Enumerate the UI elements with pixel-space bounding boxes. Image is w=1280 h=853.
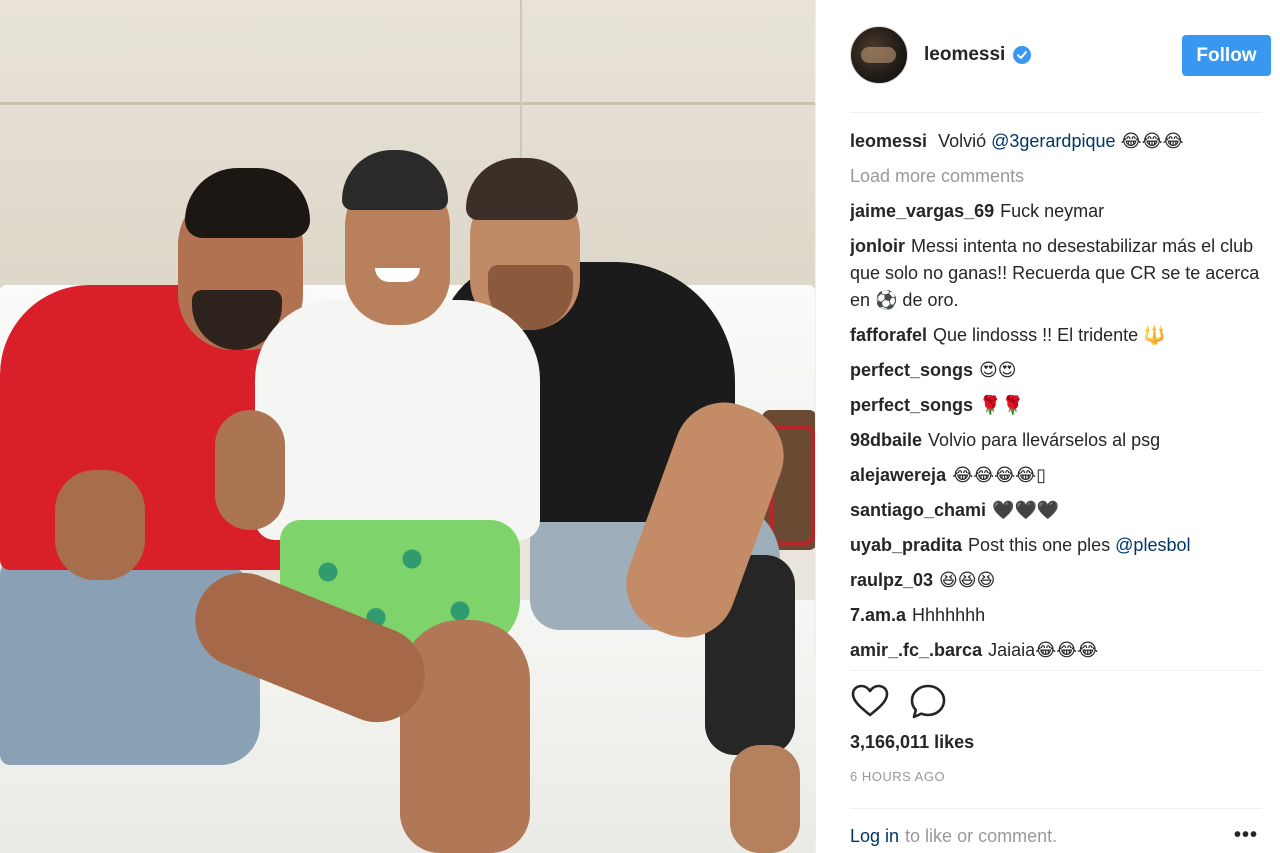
more-options-icon[interactable]: •••: [1234, 824, 1264, 848]
comment-username[interactable]: fafforafel: [850, 325, 927, 345]
comment-username[interactable]: perfect_songs: [850, 395, 973, 415]
follow-button[interactable]: Follow: [1182, 35, 1271, 76]
instagram-post: leomessi Follow leomessi Volvió @3gerard…: [0, 0, 1280, 853]
likes-count[interactable]: 3,166,011 likes: [850, 732, 974, 753]
person-3-foot: [730, 745, 800, 853]
actions-divider: [850, 670, 1262, 671]
verified-badge-icon: [1013, 46, 1031, 64]
person-2-smile: [375, 268, 420, 282]
comment-username[interactable]: jonloir: [850, 236, 905, 256]
comment-text: 😍😍: [979, 360, 1017, 380]
post-sidebar: leomessi Follow leomessi Volvió @3gerard…: [815, 0, 1280, 853]
header-divider: [850, 112, 1262, 113]
post-photo[interactable]: [0, 0, 815, 853]
comment-item: 98dbaile Volvio para llevárselos al psg: [850, 427, 1265, 454]
comment-username[interactable]: amir_.fc_.barca: [850, 640, 982, 660]
person-1-arm: [55, 470, 145, 580]
login-prompt-text: to like or comment.: [905, 826, 1058, 846]
comment-item: jaime_vargas_69 Fuck neymar: [850, 198, 1265, 225]
comment-text: Jaiaia😂😂😂: [988, 640, 1099, 660]
comment-item: jonloir Messi intenta no desestabilizar m…: [850, 233, 1265, 314]
caption-text: Volvió: [938, 131, 987, 151]
comment-item: perfect_songs 😍😍: [850, 357, 1265, 384]
comment-text: Volvio para llevárselos al psg: [928, 430, 1161, 450]
comment-item: amir_.fc_.barca Jaiaia😂😂😂: [850, 637, 1265, 664]
header-username[interactable]: leomessi: [924, 44, 1005, 66]
caption-mention[interactable]: @3gerardpique: [991, 131, 1115, 151]
comment-text: Hhhhhhh: [912, 605, 986, 625]
comment-bubble-icon[interactable]: [908, 682, 948, 722]
comments-list[interactable]: leomessi Volvió @3gerardpique 😂😂😂 Load m…: [850, 128, 1265, 670]
photo-wall-line: [0, 102, 815, 105]
comment-text: Post this one ples: [968, 535, 1111, 555]
comment-text: 😆😆😆: [939, 570, 996, 590]
comment-text: Que lindosss !! El tridente 🔱: [933, 325, 1166, 345]
comment-item: uyab_pradita Post this one ples @plesbol: [850, 532, 1265, 559]
comment-text: 😂😂😂😂▯: [952, 465, 1047, 485]
caption-emoji: 😂😂😂: [1120, 131, 1184, 151]
comment-username[interactable]: raulpz_03: [850, 570, 933, 590]
load-more-comments-link[interactable]: Load more comments: [850, 163, 1265, 190]
comment-text: Fuck neymar: [1000, 201, 1105, 221]
comment-item: alejawereja 😂😂😂😂▯: [850, 462, 1265, 489]
caption-username[interactable]: leomessi: [850, 131, 927, 151]
person-2-white-shirt: [255, 300, 540, 540]
avatar[interactable]: [850, 26, 908, 84]
footer-divider: [850, 808, 1262, 809]
comment-text: 🖤🖤🖤: [992, 500, 1060, 520]
post-actions: [850, 682, 1050, 722]
comment-mention[interactable]: @plesbol: [1115, 535, 1190, 555]
post-header: leomessi Follow: [816, 0, 1280, 112]
heart-icon[interactable]: [850, 682, 890, 722]
comment-item: santiago_chami 🖤🖤🖤: [850, 497, 1265, 524]
caption: leomessi Volvió @3gerardpique 😂😂😂: [850, 128, 1265, 155]
login-prompt: Log in to like or comment.: [850, 826, 1057, 847]
comment-item: fafforafel Que lindosss !! El tridente 🔱: [850, 322, 1265, 349]
person-2-arm: [215, 410, 285, 530]
comment-item: raulpz_03 😆😆😆: [850, 567, 1265, 594]
comment-username[interactable]: alejawereja: [850, 465, 946, 485]
post-timestamp: 6 HOURS AGO: [850, 769, 946, 784]
comment-username[interactable]: 98dbaile: [850, 430, 922, 450]
comment-username[interactable]: perfect_songs: [850, 360, 973, 380]
comment-username[interactable]: santiago_chami: [850, 500, 986, 520]
comment-item: 7.am.a Hhhhhhh: [850, 602, 1265, 629]
login-link[interactable]: Log in: [850, 826, 899, 846]
comment-username[interactable]: 7.am.a: [850, 605, 906, 625]
comment-text: 🌹🌹: [979, 395, 1024, 415]
comment-item: perfect_songs 🌹🌹: [850, 392, 1265, 419]
comment-text: Messi intenta no desestabilizar más el c…: [850, 236, 1260, 310]
comment-username[interactable]: jaime_vargas_69: [850, 201, 994, 221]
comment-username[interactable]: uyab_pradita: [850, 535, 962, 555]
